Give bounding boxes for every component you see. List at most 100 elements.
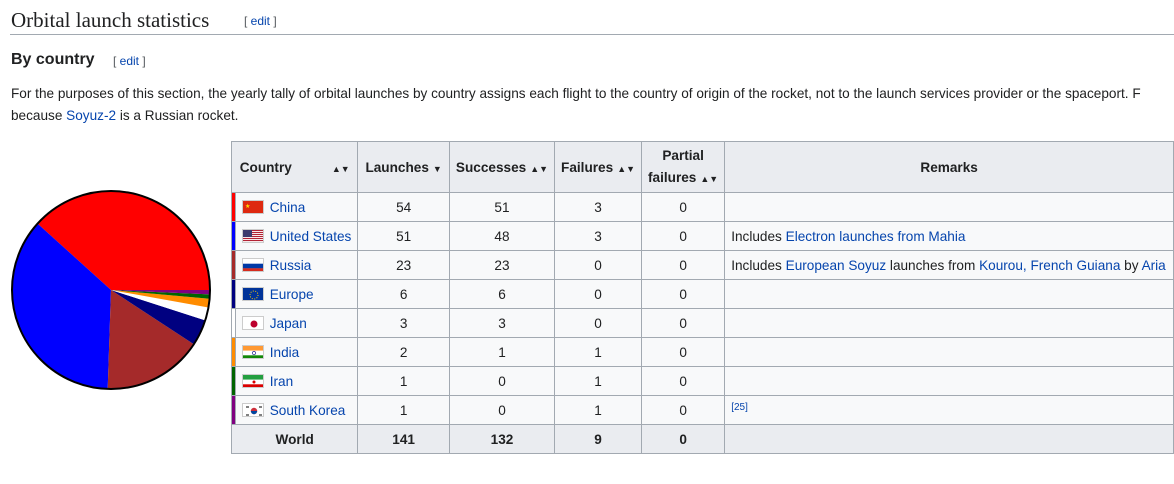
failures-cell: 1: [554, 366, 643, 396]
table-row: Japan 3 3 0 0: [231, 308, 1174, 338]
country-link[interactable]: China: [270, 200, 306, 215]
paragraph-line-1: For the purposes of this section, the ye…: [11, 86, 1141, 101]
remark-text: Includes: [731, 257, 786, 273]
intro-paragraph: For the purposes of this section, the ye…: [11, 83, 1174, 126]
country-link[interactable]: Japan: [270, 316, 307, 331]
partial-failures-cell: 0: [641, 250, 726, 280]
launches-cell: 3: [357, 308, 450, 338]
country-link[interactable]: India: [270, 345, 299, 360]
paragraph-line-2: because Soyuz-2 is a Russian rocket.: [11, 105, 1174, 127]
india-flag-icon: [241, 344, 264, 359]
total-label: World: [230, 424, 359, 454]
iran-flag-icon: [241, 373, 264, 388]
table-row: South Korea 1 0 1 0 [25]: [231, 395, 1174, 425]
partial-failures-cell: 0: [641, 279, 726, 309]
country-link[interactable]: Iran: [270, 374, 293, 389]
japan-flag-icon: [241, 315, 264, 330]
successes-cell: 0: [448, 366, 556, 396]
successes-cell: 3: [448, 308, 556, 338]
subheading-title: By country: [11, 51, 95, 68]
table-row: Iran 1 0 1 0: [231, 366, 1174, 396]
russia-flag-icon: [241, 257, 264, 272]
edit-link-country[interactable]: edit: [120, 54, 139, 68]
remarks-cell: [724, 279, 1174, 309]
edit-link[interactable]: edit: [251, 14, 270, 28]
total-row: World 141 132 9 0: [230, 424, 1174, 454]
table-row: United States 51 48 3 0 Includes Electron lau…: [231, 221, 1174, 251]
total-remarks: [724, 424, 1174, 454]
country-cell: Europe: [234, 279, 359, 309]
table-row: Europe 6 6 0 0: [231, 279, 1174, 309]
failures-cell: 3: [554, 192, 643, 222]
total-successes: 132: [448, 424, 556, 454]
launches-cell: 54: [357, 192, 450, 222]
header-successes[interactable]: Successes ▲▼: [448, 141, 556, 193]
partial-failures-cell: 0: [641, 221, 726, 251]
failures-cell: 0: [554, 250, 643, 280]
launches-cell: 1: [357, 366, 450, 396]
failures-cell: 0: [554, 308, 643, 338]
table-row: ★ China 54 51 3 0: [231, 192, 1174, 222]
reference-link[interactable]: [25]: [731, 402, 748, 413]
country-cell: South Korea: [234, 395, 359, 425]
country-cell: Japan: [234, 308, 359, 338]
soyuz-link[interactable]: Soyuz-2: [66, 108, 116, 123]
failures-cell: 1: [554, 337, 643, 367]
launch-statistics-table: Country ▲▼ Launches ▼ Successes ▲▼ Failures…: [230, 141, 1174, 454]
paragraph-text: is a Russian rocket.: [116, 107, 239, 123]
header-failures[interactable]: Failures ▲▼: [554, 141, 643, 193]
remark-link[interactable]: Electron launches from Mahia: [786, 229, 966, 244]
remarks-cell: [724, 366, 1174, 396]
launches-cell: 2: [357, 337, 450, 367]
partial-failures-cell: 0: [641, 395, 726, 425]
partial-failures-cell: 0: [641, 192, 726, 222]
country-cell: Russia: [234, 250, 359, 280]
launches-cell: 23: [357, 250, 450, 280]
partial-failures-cell: 0: [641, 366, 726, 396]
remarks-cell: [724, 337, 1174, 367]
table-row: Russia 23 23 0 0 Includes European Soyuz laun…: [231, 250, 1174, 280]
country-cell: Iran: [234, 366, 359, 396]
remarks-cell: [724, 192, 1174, 222]
table-row: India 2 1 1 0: [231, 337, 1174, 367]
paragraph-text: because: [11, 107, 67, 123]
remark-text: by: [1120, 257, 1142, 273]
successes-cell: 48: [448, 221, 556, 251]
total-partial: 0: [641, 424, 726, 454]
country-link[interactable]: South Korea: [270, 403, 346, 418]
partial-failures-cell: 0: [641, 337, 726, 367]
remarks-cell: [724, 308, 1174, 338]
partial-failures-cell: 0: [641, 308, 726, 338]
header-country[interactable]: Country ▲▼: [230, 141, 359, 193]
failures-cell: 0: [554, 279, 643, 309]
successes-cell: 1: [448, 337, 556, 367]
svg-text:★: ★: [245, 203, 250, 210]
failures-cell: 3: [554, 221, 643, 251]
remark-text: launches from: [886, 257, 980, 273]
total-failures: 9: [554, 424, 643, 454]
country-cell: United States: [234, 221, 359, 251]
heading-title: Orbital launch statistics: [11, 8, 210, 32]
failures-cell: 1: [554, 395, 643, 425]
remarks-cell: Includes European Soyuz launches from Ko…: [724, 250, 1174, 280]
country-link[interactable]: Russia: [270, 258, 312, 273]
country-cell: India: [234, 337, 359, 367]
remarks-cell: [25]: [724, 395, 1174, 425]
europe-flag-icon: [241, 286, 264, 301]
successes-cell: 0: [448, 395, 556, 425]
subheading-edit: [ edit ]: [113, 54, 146, 68]
successes-cell: 23: [448, 250, 556, 280]
header-remarks: Remarks: [724, 141, 1174, 193]
launches-cell: 51: [357, 221, 450, 251]
remark-link[interactable]: Aria: [1142, 258, 1166, 273]
successes-cell: 51: [448, 192, 556, 222]
country-link[interactable]: United States: [270, 229, 352, 244]
remarks-cell: Includes Electron launches from Mahia: [724, 221, 1174, 251]
header-launches[interactable]: Launches ▼: [357, 141, 450, 193]
header-partial-failures[interactable]: Partial failures ▲▼: [641, 141, 726, 193]
country-link[interactable]: Europe: [270, 287, 314, 302]
remark-text: Includes: [731, 228, 786, 244]
section-heading: Orbital launch statistics [ edit ]: [10, 6, 1174, 35]
remark-link[interactable]: Kourou, French Guiana: [979, 258, 1120, 273]
remark-link[interactable]: European Soyuz: [786, 258, 887, 273]
